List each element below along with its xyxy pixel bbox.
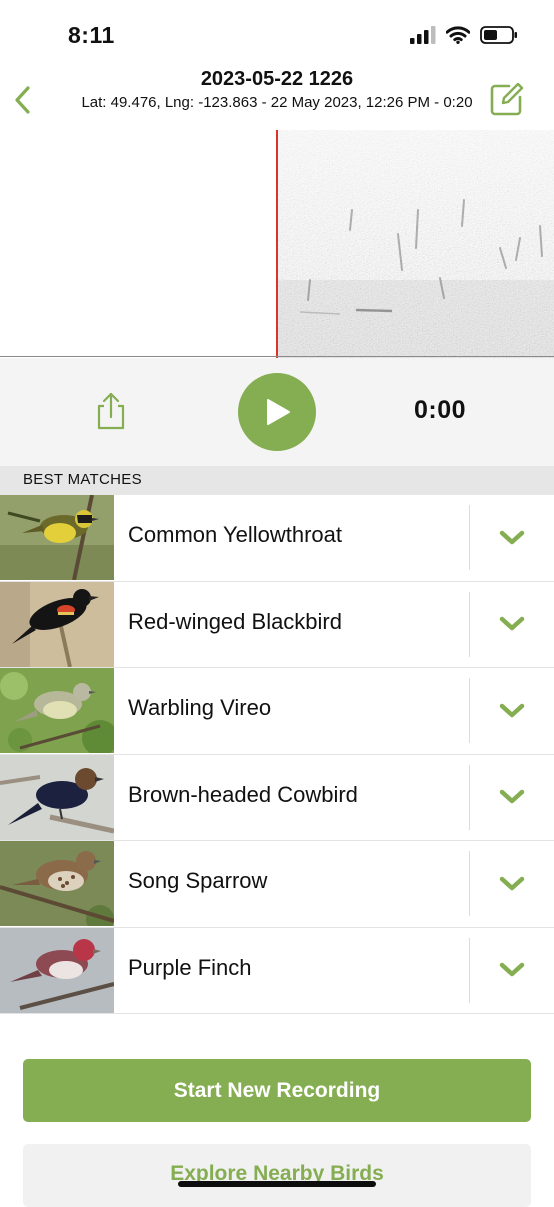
wifi-icon [446, 26, 470, 44]
bird-photo-thumbnail [0, 495, 114, 580]
species-name: Song Sparrow [128, 868, 268, 893]
start-new-recording-button[interactable]: Start New Recording [23, 1059, 531, 1122]
best-matches-header: BEST MATCHES [0, 466, 554, 495]
edit-button[interactable] [490, 82, 524, 116]
recording-subtitle: Lat: 49.476, Lng: -123.863 - 22 May 2023… [81, 94, 473, 111]
bird-photo-thumbnail [0, 668, 114, 753]
playback-controls: 0:00 [0, 358, 554, 466]
expand-button[interactable] [470, 668, 554, 753]
match-row[interactable]: Red-winged Blackbird [0, 581, 554, 668]
match-row[interactable]: Purple Finch [0, 927, 554, 1014]
bird-photo-thumbnail [0, 927, 114, 1013]
spectrogram[interactable] [0, 130, 554, 358]
cellular-signal-icon [410, 26, 436, 44]
explore-nearby-birds-button[interactable]: Explore Nearby Birds [23, 1144, 531, 1207]
species-name: Warbling Vireo [128, 695, 272, 720]
status-icons [410, 26, 518, 44]
chevron-down-icon [499, 616, 525, 631]
species-name: Brown-headed Cowbird [128, 781, 358, 807]
share-button[interactable] [94, 391, 128, 431]
edit-pencil-square-icon [490, 82, 524, 116]
chevron-left-icon [15, 86, 30, 114]
match-row[interactable]: Common Yellowthroat [0, 495, 554, 582]
spectrogram-divider [0, 356, 554, 357]
playhead-line [276, 130, 278, 358]
match-row[interactable]: Warbling Vireo [0, 668, 554, 755]
back-button[interactable] [6, 82, 38, 118]
bird-photo-thumbnail [0, 841, 114, 926]
chevron-down-icon [499, 876, 525, 890]
spectrogram-visual [276, 130, 554, 358]
recording-title: 2023-05-22 1226 [200, 68, 354, 90]
recording-header: 2023-05-22 1226 Lat: 49.476, Lng: -123.8… [0, 66, 554, 130]
home-indicator[interactable] [178, 1181, 376, 1187]
match-row[interactable]: Song Sparrow [0, 841, 554, 928]
species-name: Common Yellowthroat [128, 522, 343, 547]
expand-button[interactable] [470, 755, 554, 840]
share-icon [97, 392, 125, 430]
bird-photo-thumbnail [0, 581, 114, 667]
best-matches-list: Common Yellowthroat Red-winged Blackbird [0, 495, 554, 1014]
chevron-down-icon [499, 962, 525, 977]
best-matches-label: BEST MATCHES [23, 471, 142, 488]
expand-button[interactable] [470, 928, 554, 1013]
chevron-down-icon [499, 703, 525, 717]
chevron-down-icon [499, 530, 525, 544]
battery-icon [480, 26, 517, 44]
expand-button[interactable] [470, 841, 554, 926]
expand-button[interactable] [470, 495, 554, 580]
bird-photo-thumbnail [0, 754, 114, 840]
play-button[interactable] [238, 373, 316, 451]
match-row[interactable]: Brown-headed Cowbird [0, 754, 554, 841]
status-time: 8:11 [68, 22, 115, 48]
expand-button[interactable] [470, 582, 554, 667]
species-name: Purple Finch [128, 954, 252, 980]
species-name: Red-winged Blackbird [128, 608, 342, 634]
play-icon [267, 399, 290, 425]
status-bar: 8:11 [0, 0, 554, 70]
chevron-down-icon [499, 789, 525, 804]
playback-time: 0:00 [414, 396, 467, 424]
